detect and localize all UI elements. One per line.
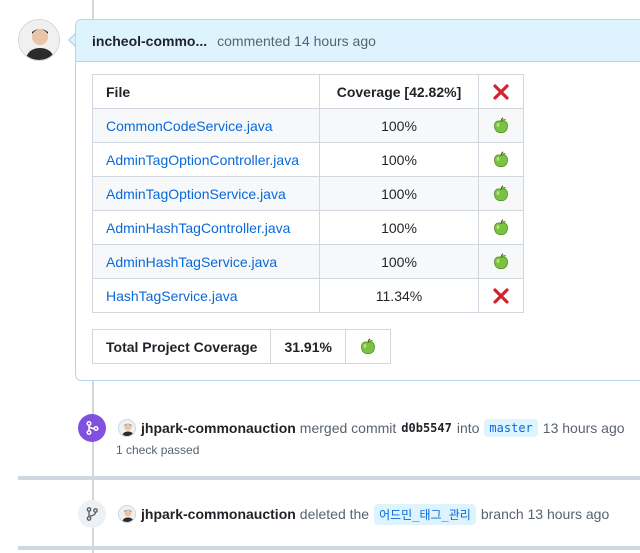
merge-event: jhpark-commonauction merged commit d0b55… [78,414,625,442]
total-row: Total Project Coverage 31.91% [91,329,391,364]
merge-text: merged commit [299,420,397,436]
file-cell: AdminHashTagService.java [92,244,320,279]
coverage-cell: 100% [319,176,479,211]
table-row: AdminHashTagController.java 100% [92,210,524,245]
comment-header: incheol-commo... commented 14 hours ago [76,20,640,62]
red-x-icon [492,82,510,100]
file-cell: AdminTagOptionService.java [92,176,320,211]
total-label: Total Project Coverage [91,329,272,364]
actor-avatar[interactable] [118,505,136,523]
comment-author[interactable]: incheol-commo... [92,33,207,49]
deleted-branch[interactable]: 어드민_태그_관리 [374,503,476,525]
status-column-header [478,74,524,109]
coverage-cell: 100% [319,244,479,279]
table-row: AdminTagOptionService.java 100% [92,176,524,211]
file-link[interactable]: CommonCodeService.java [106,118,273,134]
green-apple-icon [493,219,509,236]
status-cell [478,108,524,143]
green-apple-icon [493,253,509,270]
actor-avatar[interactable] [118,419,136,437]
table-row: AdminTagOptionController.java 100% [92,142,524,177]
status-cell [478,278,524,313]
total-value: 31.91% [270,329,346,364]
file-cell: HashTagService.java [92,278,320,313]
timeline-divider [18,476,640,480]
total-status-cell [344,329,391,364]
commit-sha[interactable]: d0b5547 [401,421,452,435]
status-cell [478,210,524,245]
total-coverage-table: Total Project Coverage 31.91% [91,329,391,364]
delete-actor[interactable]: jhpark-commonauction [141,506,296,522]
merge-actor[interactable]: jhpark-commonauction [141,420,296,436]
file-link[interactable]: AdminHashTagService.java [106,254,277,270]
status-cell [478,244,524,279]
file-cell: CommonCodeService.java [92,108,320,143]
coverage-table-header: File Coverage [42.82%] [92,74,524,109]
into-text: into [456,420,480,436]
merge-timestamp[interactable]: 13 hours ago [543,420,625,436]
table-row: HashTagService.java 11.34% [92,278,524,313]
timeline-divider-bottom [18,546,640,550]
target-branch[interactable]: master [484,419,538,437]
coverage-cell: 100% [319,210,479,245]
coverage-table: File Coverage [42.82%] CommonCodeService… [92,74,524,313]
coverage-cell: 100% [319,142,479,177]
delete-text: deleted the [299,506,370,522]
file-link[interactable]: AdminTagOptionService.java [106,186,286,202]
coverage-column-header: Coverage [42.82%] [319,74,479,109]
file-cell: AdminTagOptionController.java [92,142,320,177]
file-link[interactable]: HashTagService.java [106,288,238,304]
file-link[interactable]: AdminHashTagController.java [106,220,290,236]
status-cell [478,176,524,211]
delete-branch-event: jhpark-commonauction deleted the 어드민_태그_… [78,500,609,528]
table-row: CommonCodeService.java 100% [92,108,524,143]
git-merge-icon [78,414,106,442]
green-apple-icon [493,185,509,202]
git-branch-icon [78,500,106,528]
table-row: AdminHashTagService.java 100% [92,244,524,279]
delete-timestamp: branch 13 hours ago [480,506,610,522]
green-apple-icon [493,151,509,168]
green-apple-icon [493,117,509,134]
commenter-avatar[interactable] [18,19,60,61]
file-column-header: File [92,74,320,109]
file-link[interactable]: AdminTagOptionController.java [106,152,299,168]
red-x-icon [492,286,510,304]
checks-status[interactable]: 1 check passed [116,443,199,457]
green-apple-icon [360,338,376,355]
comment-timestamp[interactable]: commented 14 hours ago [217,33,376,49]
coverage-comment: incheol-commo... commented 14 hours ago … [75,19,640,381]
coverage-cell: 11.34% [319,278,479,313]
coverage-cell: 100% [319,108,479,143]
status-cell [478,142,524,177]
file-cell: AdminHashTagController.java [92,210,320,245]
